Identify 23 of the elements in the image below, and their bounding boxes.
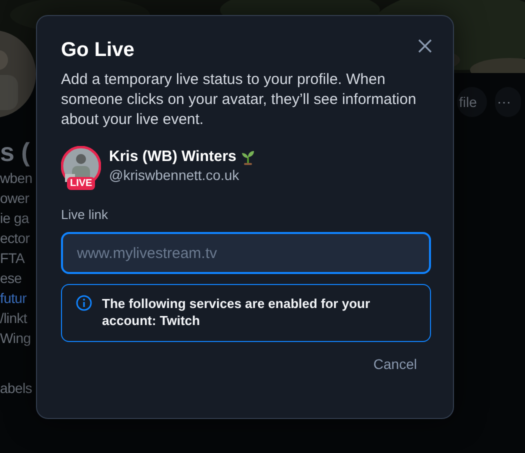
- info-icon: [76, 295, 92, 311]
- profile-text: Wing: [0, 329, 32, 348]
- profile-text: FTA: [0, 249, 26, 268]
- field-label: Live link: [61, 206, 109, 224]
- profile-text: abels: [0, 379, 33, 398]
- seedling-icon: [240, 148, 256, 164]
- user-handle: @kriswbennett.co.uk: [109, 166, 240, 184]
- cancel-button[interactable]: Cancel: [361, 352, 429, 376]
- dialog-description: Add a temporary live status to your profile. When someone clicks on your avatar, they’ll see information about your live event.: [61, 70, 418, 130]
- profile-text: wben: [0, 169, 34, 188]
- profile-text: /linkt: [0, 309, 28, 328]
- profile-text: ower: [0, 189, 30, 208]
- user-name: Kris (WB) Winters: [109, 147, 236, 166]
- profile-text: ie ga: [0, 209, 30, 228]
- profile-text: ector: [0, 229, 31, 248]
- live-badge: LIVE: [67, 177, 96, 190]
- profile-text: ese: [0, 269, 23, 288]
- profile-button[interactable]: file: [457, 87, 487, 117]
- live-link-field[interactable]: www.mylivestream.tv: [61, 232, 431, 274]
- more-button[interactable]: ⋯: [494, 87, 521, 117]
- notice-text: The following services are enabled for your account: Twitch: [102, 295, 372, 329]
- profile-name: s (: [0, 140, 31, 164]
- profile-link[interactable]: futur: [0, 288, 40, 308]
